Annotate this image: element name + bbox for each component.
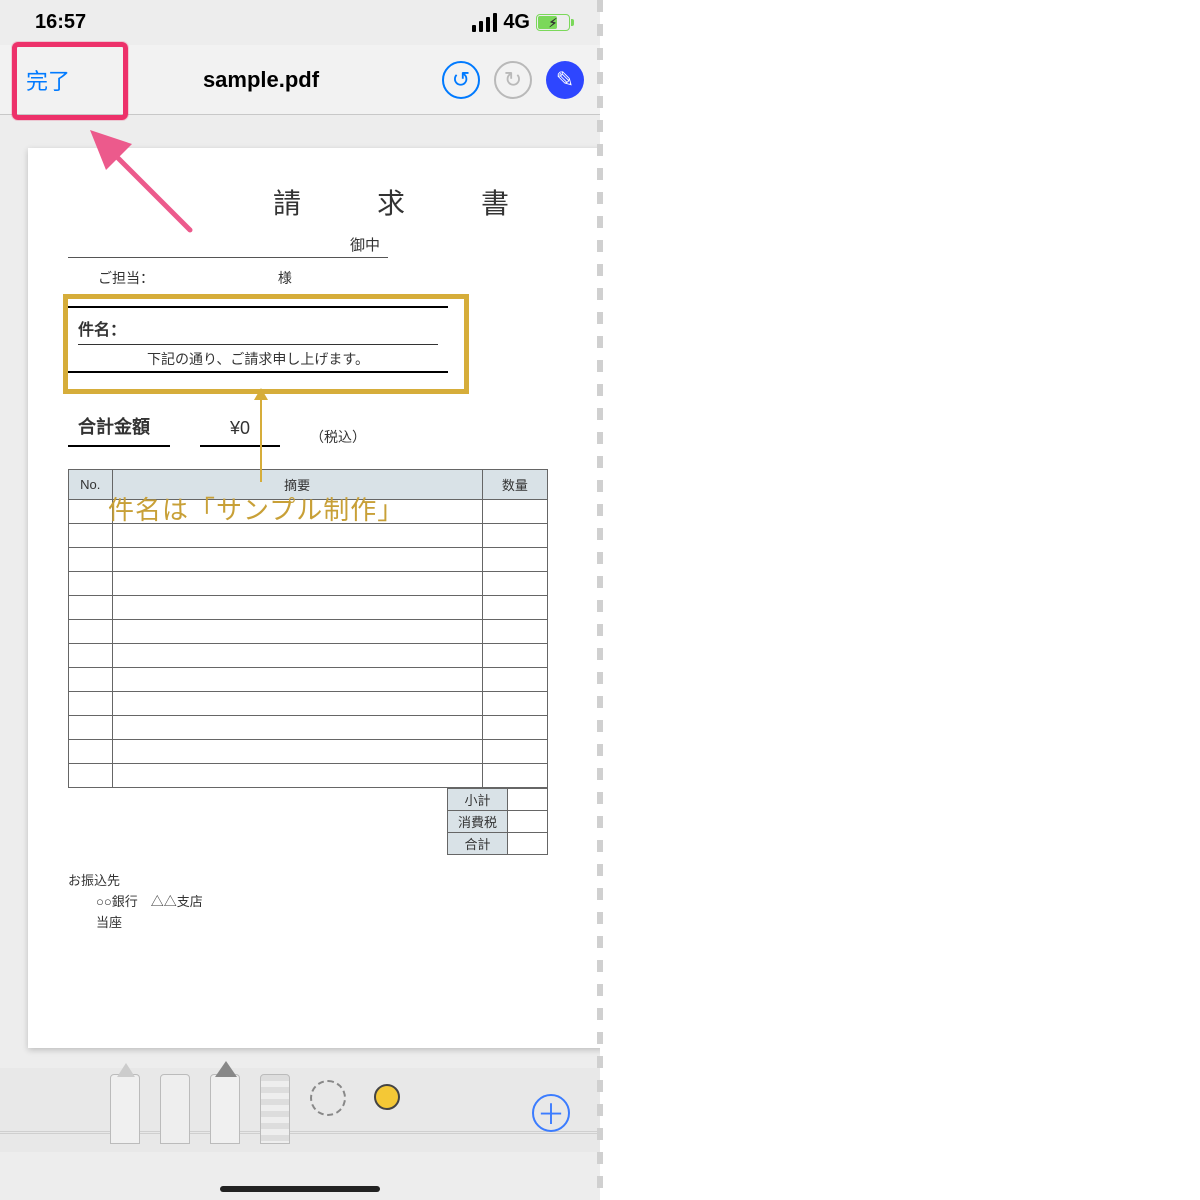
marker-tool[interactable] [160,1074,190,1144]
network-label: 4G [503,11,530,34]
invoice-page: 請 求 書 御中 ご担当： 様 件名： 下記の通り、ご請求申し上げます。 請 請… [28,148,600,1048]
nav-title: sample.pdf [203,67,319,93]
status-time: 16:57 [35,11,86,34]
lasso-tool[interactable] [310,1080,346,1116]
color-picker[interactable] [374,1084,400,1110]
subject-annotation: 件名は「サンプル制作」 [108,490,404,527]
markup-toolbar: ＋ [0,1068,600,1152]
col-qty: 数量 [482,470,547,500]
tax-label: （税込） [310,427,366,447]
tanto-suffix: 様 [278,270,292,286]
highlight-subject [63,294,469,394]
total-label: 合計金額 [68,409,170,447]
arrow-to-done-icon [70,110,210,250]
redo-icon: ↻ [494,61,532,99]
addressee-suffix: 御中 [350,234,380,255]
highlight-done-button [12,42,128,120]
markup-icon[interactable]: ✎ [546,61,584,99]
pencil-tool[interactable] [210,1074,240,1144]
bank-info: お振込先 ○○銀行 △△支店 当座 [68,871,600,933]
panel-divider [597,0,603,1200]
signal-icon [472,13,497,32]
home-indicator [220,1186,380,1192]
tanto-label: ご担当： [98,270,154,286]
total-amount: ¥0 [200,414,280,447]
arrow-to-subject-icon [260,398,262,482]
col-no: No. [69,470,113,500]
battery-icon: ⚡︎ [536,14,570,31]
document-viewport[interactable]: 請 求 書 御中 ご担当： 様 件名： 下記の通り、ご請求申し上げます。 請 請… [0,128,600,1200]
subtotals: 小計 消費税 合計 [68,788,548,855]
status-bar: 16:57 4G ⚡︎ [0,0,600,45]
eraser-tool[interactable] [260,1074,290,1144]
add-annotation-button[interactable]: ＋ [532,1094,570,1132]
undo-icon[interactable]: ↺ [442,61,480,99]
pen-tool[interactable] [110,1074,140,1144]
left-screenshot: 16:57 4G ⚡︎ 完了 sample.pdf ↺ ↻ ✎ 請 求 書 御中… [0,0,600,1200]
